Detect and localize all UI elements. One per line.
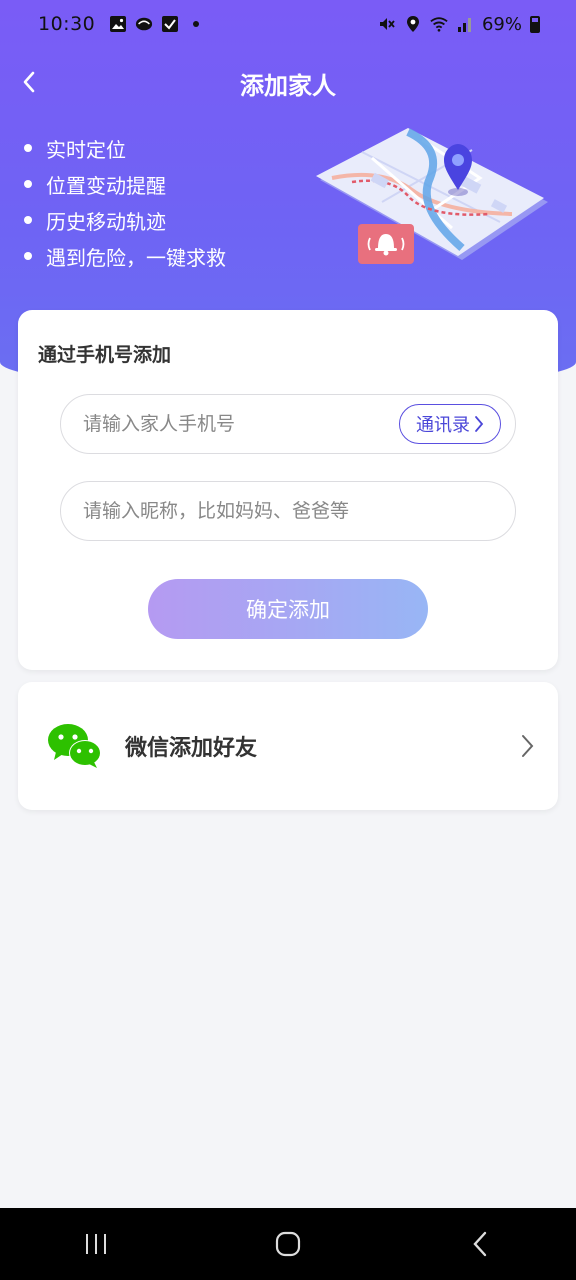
wifi-icon — [430, 17, 448, 32]
home-button[interactable] — [258, 1219, 318, 1269]
feature-label: 遇到危险，一键求救 — [46, 245, 226, 270]
bullet-icon — [24, 252, 32, 260]
wechat-icon — [48, 724, 101, 768]
system-navigation-bar — [0, 1208, 576, 1280]
mute-icon — [379, 18, 395, 30]
phone-add-card: 通过手机号添加 通讯录 确定添加 — [18, 310, 558, 670]
battery-icon — [530, 15, 540, 33]
feature-item: 历史移动轨迹 — [24, 202, 226, 238]
card-title: 通过手机号添加 — [38, 344, 172, 366]
feature-item: 位置变动提醒 — [24, 166, 226, 202]
checkbox-icon — [162, 16, 179, 32]
status-bar: 10:30 69% — [0, 0, 576, 48]
feature-list: 实时定位 位置变动提醒 历史移动轨迹 遇到危险，一键求救 — [24, 130, 226, 274]
signal-icon — [457, 18, 471, 32]
nickname-field — [60, 481, 516, 541]
recent-apps-button[interactable] — [66, 1219, 126, 1269]
map-illustration — [316, 128, 548, 264]
top-navigation: 添加家人 — [0, 52, 576, 112]
chevron-right-icon — [522, 735, 534, 757]
wechat-add-card[interactable]: 微信添加好友 — [18, 682, 558, 810]
system-back-button[interactable] — [450, 1219, 510, 1269]
recent-apps-icon — [86, 1234, 106, 1254]
status-time: 10:30 — [38, 13, 96, 35]
gallery-icon — [110, 16, 127, 32]
feature-label: 位置变动提醒 — [46, 173, 166, 198]
phone-input[interactable] — [83, 413, 383, 435]
home-icon — [275, 1231, 301, 1257]
nickname-input[interactable] — [83, 500, 493, 522]
chevron-right-icon — [475, 416, 484, 432]
app-icon — [136, 17, 153, 31]
dot-icon — [193, 21, 200, 27]
feature-label: 实时定位 — [46, 137, 126, 162]
location-icon — [406, 16, 419, 32]
contacts-label: 通讯录 — [416, 415, 470, 436]
wechat-add-label: 微信添加好友 — [125, 736, 258, 761]
feature-item: 实时定位 — [24, 130, 226, 166]
confirm-label: 确定添加 — [246, 598, 330, 622]
bullet-icon — [24, 144, 32, 152]
phone-field: 通讯录 — [60, 394, 516, 454]
feature-item: 遇到危险，一键求救 — [24, 238, 226, 274]
contacts-button[interactable]: 通讯录 — [399, 404, 501, 444]
feature-label: 历史移动轨迹 — [46, 209, 166, 234]
page-title: 添加家人 — [240, 72, 336, 100]
bullet-icon — [24, 216, 32, 224]
back-icon — [473, 1231, 487, 1257]
confirm-add-button[interactable]: 确定添加 — [148, 579, 428, 639]
bullet-icon — [24, 180, 32, 188]
battery-percent: 69% — [481, 13, 522, 35]
